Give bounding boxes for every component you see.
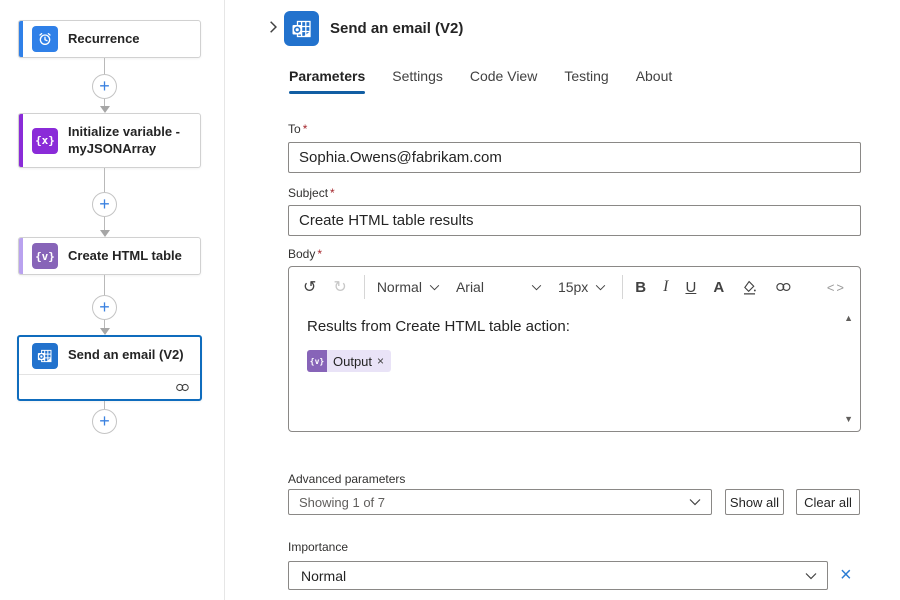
remove-token-icon[interactable]: × bbox=[377, 354, 384, 368]
node-accent-bar bbox=[19, 238, 23, 274]
panel-tabs: Parameters Settings Code View Testing Ab… bbox=[289, 62, 699, 94]
editor-toolbar: ↺ ↻ Normal Arial bbox=[289, 267, 860, 307]
connector-arrow bbox=[100, 328, 110, 335]
data-operation-icon: {v} bbox=[32, 243, 58, 269]
chevron-down-icon bbox=[689, 498, 701, 506]
body-content[interactable]: Results from Create HTML table action: {… bbox=[289, 307, 860, 372]
connector-arrow bbox=[100, 106, 110, 113]
body-rich-text-editor[interactable]: ↺ ↻ Normal Arial bbox=[288, 266, 861, 432]
paragraph-style-select[interactable]: Normal bbox=[377, 279, 440, 295]
flow-node-send-email[interactable]: Send an email (V2) bbox=[17, 335, 202, 401]
font-color-button[interactable]: A bbox=[713, 279, 724, 296]
node-label: Create HTML table bbox=[68, 248, 188, 265]
font-family-select[interactable]: Arial bbox=[456, 279, 542, 295]
toolbar-divider bbox=[622, 275, 623, 299]
connector-line bbox=[104, 401, 105, 409]
panel-title: Send an email (V2) bbox=[330, 20, 463, 37]
required-marker: * bbox=[303, 122, 308, 136]
italic-button[interactable]: I bbox=[663, 278, 668, 296]
insert-step-button[interactable]: + bbox=[92, 409, 117, 434]
variable-icon: {x} bbox=[32, 128, 58, 154]
scroll-up-arrow[interactable]: ▲ bbox=[844, 313, 853, 323]
undo-icon[interactable]: ↺ bbox=[303, 277, 316, 297]
tab-testing[interactable]: Testing bbox=[564, 62, 608, 94]
node-label: Send an email (V2) bbox=[68, 347, 190, 364]
power-automate-designer: Recurrence + {x} Initialize variable - m… bbox=[0, 0, 900, 600]
importance-label: Importance bbox=[288, 540, 348, 554]
subject-label: Subject* bbox=[288, 186, 335, 200]
body-text-line: Results from Create HTML table action: bbox=[307, 318, 830, 335]
node-label: Initialize variable - myJSONArray bbox=[68, 124, 200, 158]
node-accent-bar bbox=[19, 21, 23, 57]
advanced-parameters-label: Advanced parameters bbox=[288, 472, 405, 486]
toolbar-divider bbox=[364, 275, 365, 299]
node-accent-bar bbox=[19, 114, 23, 167]
outlook-icon bbox=[32, 343, 58, 369]
insert-step-button[interactable]: + bbox=[92, 74, 117, 99]
body-label: Body* bbox=[288, 247, 322, 261]
dynamic-content-token[interactable]: {v} Output × bbox=[307, 350, 391, 372]
insert-step-button[interactable]: + bbox=[92, 192, 117, 217]
chevron-down-icon bbox=[429, 284, 440, 291]
flow-canvas: Recurrence + {x} Initialize variable - m… bbox=[0, 0, 225, 600]
to-label: To* bbox=[288, 122, 307, 136]
data-operation-icon: {v} bbox=[307, 350, 327, 372]
redo-icon[interactable]: ↻ bbox=[333, 277, 346, 297]
required-marker: * bbox=[317, 247, 322, 261]
bold-button[interactable]: B bbox=[635, 279, 646, 296]
subject-input[interactable]: Create HTML table results bbox=[288, 205, 861, 236]
chevron-down-icon bbox=[531, 284, 542, 291]
tab-parameters[interactable]: Parameters bbox=[289, 62, 365, 94]
font-size-select[interactable]: 15px bbox=[558, 279, 606, 295]
flow-node-recurrence[interactable]: Recurrence bbox=[18, 20, 201, 58]
to-input[interactable]: Sophia.Owens@fabrikam.com bbox=[288, 142, 861, 173]
clear-importance-icon[interactable]: × bbox=[840, 565, 852, 585]
insert-step-button[interactable]: + bbox=[92, 295, 117, 320]
parameters-form: To* Sophia.Owens@fabrikam.com Subject* C… bbox=[288, 114, 861, 600]
show-all-button[interactable]: Show all bbox=[725, 489, 784, 515]
connection-link-icon[interactable] bbox=[175, 383, 191, 392]
clear-all-button[interactable]: Clear all bbox=[796, 489, 860, 515]
chevron-down-icon bbox=[805, 572, 817, 580]
node-label: Recurrence bbox=[68, 31, 146, 48]
highlight-color-icon[interactable] bbox=[741, 279, 758, 296]
flow-node-create-html-table[interactable]: {v} Create HTML table bbox=[18, 237, 201, 275]
tab-settings[interactable]: Settings bbox=[392, 62, 443, 94]
flow-node-initialize-variable[interactable]: {x} Initialize variable - myJSONArray bbox=[18, 113, 201, 168]
recurrence-clock-icon bbox=[32, 26, 58, 52]
importance-dropdown[interactable]: Normal bbox=[288, 561, 828, 590]
tab-about[interactable]: About bbox=[636, 62, 673, 94]
tab-code-view[interactable]: Code View bbox=[470, 62, 537, 94]
connector-arrow bbox=[100, 230, 110, 237]
scroll-down-arrow[interactable]: ▼ bbox=[844, 414, 853, 424]
outlook-icon bbox=[284, 11, 319, 46]
collapse-panel-chevron-icon[interactable] bbox=[266, 20, 284, 38]
chevron-down-icon bbox=[595, 284, 606, 291]
advanced-parameters-dropdown[interactable]: Showing 1 of 7 bbox=[288, 489, 712, 515]
code-view-toggle-icon[interactable]: <> bbox=[827, 280, 846, 295]
required-marker: * bbox=[330, 186, 335, 200]
action-details-panel: Send an email (V2) Parameters Settings C… bbox=[226, 0, 900, 600]
underline-button[interactable]: U bbox=[685, 279, 696, 296]
insert-link-icon[interactable] bbox=[775, 282, 793, 292]
